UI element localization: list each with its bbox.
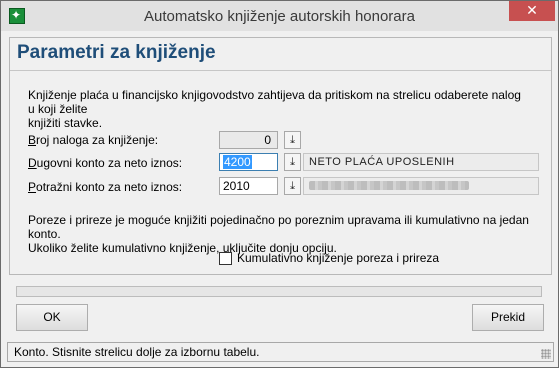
status-bar: Konto. Stisnite strelicu dolje za izborn…: [7, 342, 554, 362]
parameters-panel: Parametri za knjiženje Knjiženje plaća u…: [9, 37, 552, 275]
dugovni-konto-picker-icon[interactable]: ⤓: [284, 153, 301, 171]
close-button[interactable]: ✕: [509, 1, 555, 21]
cancel-button[interactable]: Prekid: [472, 304, 544, 331]
broj-naloga-picker-icon[interactable]: ⤓: [284, 131, 301, 149]
kumulativno-checkbox[interactable]: [219, 252, 232, 265]
dugovni-konto-value: 4200: [223, 155, 252, 169]
dugovni-konto-label: Dugovni konto za neto iznos:: [28, 156, 182, 170]
broj-naloga-accesskey: B: [28, 133, 37, 147]
info-line-1: Poreze i prireze je moguće knjižiti poje…: [28, 213, 529, 241]
status-text: Konto. Stisnite strelicu dolje za izborn…: [14, 345, 260, 359]
progress-bar: [16, 286, 542, 297]
redacted-text: [309, 181, 469, 190]
intro-text: Knjiženje plaća u financijsko knjigovods…: [28, 88, 528, 130]
potrazni-konto-label: Potražni konto za neto iznos:: [28, 180, 182, 194]
dugovni-accesskey: D: [28, 156, 37, 170]
kumulativno-checkbox-label[interactable]: Kumulativno knjiženje poreza i prireza: [237, 251, 439, 265]
potrazni-konto-description: [303, 177, 539, 195]
dugovni-konto-description: NETO PLAĆA UPOSLENIH: [303, 153, 539, 171]
intro-line-2: knjižiti stavke.: [28, 116, 103, 130]
title-bar[interactable]: Automatsko knjiženje autorskih honorara …: [1, 1, 558, 31]
broj-naloga-label-text: roj naloga za knjiženje:: [36, 133, 159, 147]
potrazni-konto-input[interactable]: 2010: [219, 177, 278, 195]
heading-divider: [10, 70, 551, 71]
dialog-window: Automatsko knjiženje autorskih honorara …: [0, 0, 559, 368]
potrazni-konto-picker-icon[interactable]: ⤓: [284, 177, 301, 195]
potrazni-accesskey: P: [28, 180, 37, 194]
potrazni-label-text: otražni konto za neto iznos:: [36, 180, 183, 194]
resize-grip-icon[interactable]: [541, 349, 551, 359]
intro-line-1: Knjiženje plaća u financijsko knjigovods…: [28, 88, 521, 116]
window-title: Automatsko knjiženje autorskih honorara: [144, 8, 415, 25]
broj-naloga-field[interactable]: 0: [219, 131, 278, 149]
ok-button[interactable]: OK: [16, 304, 88, 331]
page-title: Parametri za knjiženje: [17, 42, 216, 63]
dugovni-konto-input[interactable]: 4200: [219, 153, 278, 171]
dugovni-label-text: ugovni konto za neto iznos:: [36, 156, 183, 170]
broj-naloga-label: Broj naloga za knjiženje:: [28, 133, 158, 147]
info-text: Poreze i prireze je moguće knjižiti poje…: [28, 213, 548, 255]
